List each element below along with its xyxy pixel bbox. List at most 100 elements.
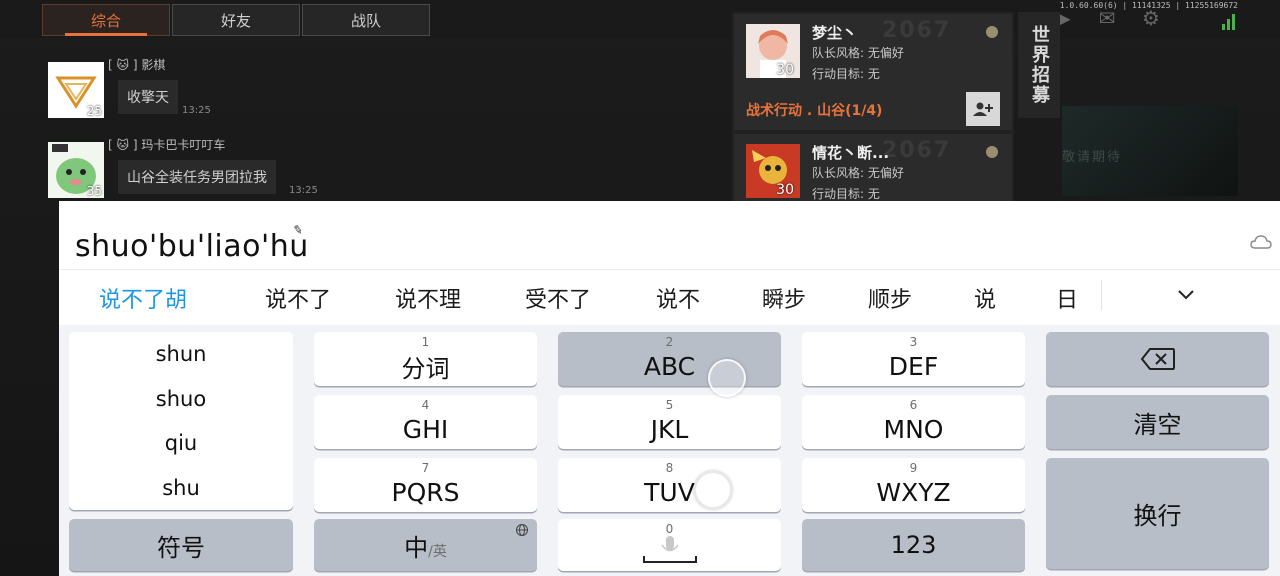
syllable-option[interactable]: shuo [69,377,293,422]
composition-bar: shuo'bu'liao'hu ✎ [59,201,1280,269]
number-mode-button[interactable]: 123 [802,519,1025,571]
key-6-mno[interactable]: 6 MNO [802,395,1025,449]
avatar: 30 [746,144,800,198]
ime-keyboard: shuo'bu'liao'hu ✎ 说不了胡 说不了 说不理 受不了 说不 瞬步… [59,201,1280,576]
key-number: 4 [421,398,430,412]
action-goal: 行动目标: 无 [812,187,880,201]
tab-general[interactable]: 综合 [42,4,170,36]
avatar[interactable]: 25 [48,62,104,118]
touch-indicator [708,359,746,397]
enter-button[interactable]: 换行 [1046,458,1269,569]
globe-icon [516,524,528,536]
chevron-down-icon[interactable] [1177,288,1195,302]
candidate-2[interactable]: 说不了 [265,282,331,314]
level-badge: 30 [776,62,794,78]
key-label: DEF [888,351,939,381]
recruiter-name: 梦尘丶 [812,24,858,42]
syllable-list: shun shuo qiu shu [69,332,293,510]
key-label: 清空 [1133,410,1182,439]
key-number: 8 [665,461,674,475]
candidate-3[interactable]: 说不理 [395,282,461,314]
signal-icon [1222,8,1238,30]
candidate-1[interactable]: 说不了胡 [99,282,187,314]
symbols-button[interactable]: 符号 [69,519,293,571]
rank-icon [986,146,998,158]
watermark: 2067 [882,138,952,163]
candidate-6[interactable]: 瞬步 [762,282,806,314]
candidate-7[interactable]: 顺步 [868,282,912,314]
message-bubble: 收擎天 [118,80,178,114]
key-7-pqrs[interactable]: 7 PQRS [314,458,537,512]
key-label: 符号 [157,533,205,562]
key-label: ABC [643,351,696,381]
world-recruit-button[interactable]: 世界招募 [1018,12,1060,118]
lang-main: 中 [404,533,429,562]
avatar[interactable]: 35 [48,142,104,198]
pinyin-input[interactable]: shuo'bu'liao'hu [75,229,309,264]
sender-name: [ 🐱 ] 玛卡巴卡叮叮车 [108,138,226,152]
syllable-option[interactable]: qiu [69,421,293,466]
candidate-5[interactable]: 说不 [656,282,700,314]
candidate-4[interactable]: 受不了 [525,282,591,314]
leader-style: 队长风格: 无偏好 [812,166,904,180]
tab-team[interactable]: 战队 [302,4,430,36]
recruit-card[interactable]: 2067 30 梦尘丶 队长风格: 无偏好 行动目标: 无 战术行动 . 山谷(… [734,14,1012,130]
language-toggle-label: 中 /英 [404,528,447,563]
key-label: GHI [402,414,449,444]
candidate-bar: 说不了胡 说不了 说不理 受不了 说不 瞬步 顺步 说 日 [59,269,1280,325]
language-toggle-button[interactable]: 中 /英 [314,519,537,571]
level-badge: 30 [776,182,794,198]
recruit-card[interactable]: 2067 30 情花丶断... 队长风格: 无偏好 行动目标: 无 [734,134,1012,202]
key-2-abc[interactable]: 2 ABC [558,332,781,386]
key-1-segment[interactable]: 1 分词 [314,332,537,386]
key-9-wxyz[interactable]: 9 WXYZ [802,458,1025,512]
key-number: 0 [665,522,674,536]
key-label: 换行 [1133,502,1182,530]
clear-button[interactable]: 清空 [1046,395,1269,449]
background-art: 敬请期待 [1062,106,1238,196]
key-8-tuv[interactable]: 8 TUV [558,458,781,512]
recruit-panel: 2067 30 梦尘丶 队长风格: 无偏好 行动目标: 无 战术行动 . 山谷(… [732,12,1014,202]
message-bubble: 山谷全装任务男团拉我 [118,160,276,194]
coming-soon-text: 敬请期待 [1062,150,1123,165]
key-label: 123 [890,531,937,559]
add-user-icon [973,102,993,116]
candidate-9[interactable]: 日 [1056,282,1078,314]
key-number: 6 [909,398,918,412]
key-label: 分词 [401,354,450,383]
backspace-icon [1140,348,1175,370]
touch-indicator [694,471,732,509]
action-goal: 行动目标: 无 [812,67,880,81]
watermark: 2067 [882,18,952,43]
key-number: 5 [665,398,674,412]
mic-space-icon [642,536,697,563]
message-time: 13:25 [182,105,211,116]
key-label: MNO [883,414,944,444]
sender-name: [ 🐱 ] 影棋 [108,58,166,72]
avatar: 30 [746,24,800,78]
add-friend-button[interactable] [966,92,1000,126]
key-number: 1 [421,335,430,349]
syllable-option[interactable]: shun [69,332,293,377]
key-label: JKL [650,414,689,444]
key-number: 3 [909,335,918,349]
key-label: WXYZ [876,477,951,507]
version-text: 1.0.60.60(6) | 11141325 | 11255169672 [1059,1,1238,10]
leader-style: 队长风格: 无偏好 [812,46,904,60]
level-badge: 25 [86,104,102,118]
lang-alt: /英 [428,543,447,560]
tab-friends[interactable]: 好友 [172,4,300,36]
candidate-8[interactable]: 说 [974,282,996,314]
key-4-ghi[interactable]: 4 GHI [314,395,537,449]
key-5-jkl[interactable]: 5 JKL [558,395,781,449]
recruiter-name: 情花丶断... [812,144,890,162]
key-number: 2 [665,335,674,349]
key-number: 9 [909,461,918,475]
syllable-option[interactable]: shu [69,466,293,511]
key-number: 7 [421,461,430,475]
key-3-def[interactable]: 3 DEF [802,332,1025,386]
space-button[interactable]: 0 [558,519,781,571]
backspace-button[interactable] [1046,332,1269,386]
cloud-icon[interactable] [1250,235,1272,249]
key-label: TUV [644,477,695,507]
